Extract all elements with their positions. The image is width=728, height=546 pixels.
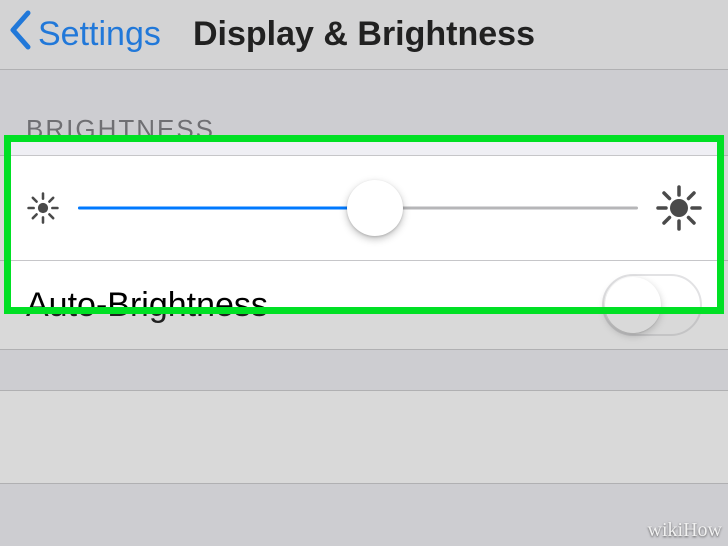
- next-section-row[interactable]: [0, 390, 728, 484]
- navbar: Settings Display & Brightness: [0, 0, 728, 70]
- brightness-section-header: BRIGHTNESS: [0, 70, 728, 155]
- slider-fill: [78, 207, 375, 210]
- brightness-low-icon: [26, 191, 60, 225]
- brightness-high-icon: [656, 185, 702, 231]
- slider-thumb[interactable]: [347, 180, 403, 236]
- back-label: Settings: [38, 15, 161, 54]
- auto-brightness-label: Auto-Brightness: [26, 286, 268, 325]
- toggle-knob: [605, 277, 661, 333]
- auto-brightness-row: Auto-Brightness: [0, 260, 728, 350]
- brightness-slider[interactable]: [78, 178, 638, 238]
- chevron-left-icon: [8, 10, 38, 59]
- page-title: Display & Brightness: [193, 15, 535, 54]
- brightness-slider-row: [0, 155, 728, 261]
- auto-brightness-toggle[interactable]: [602, 274, 702, 336]
- back-button[interactable]: Settings: [8, 10, 161, 59]
- watermark: wikiHow: [648, 519, 722, 542]
